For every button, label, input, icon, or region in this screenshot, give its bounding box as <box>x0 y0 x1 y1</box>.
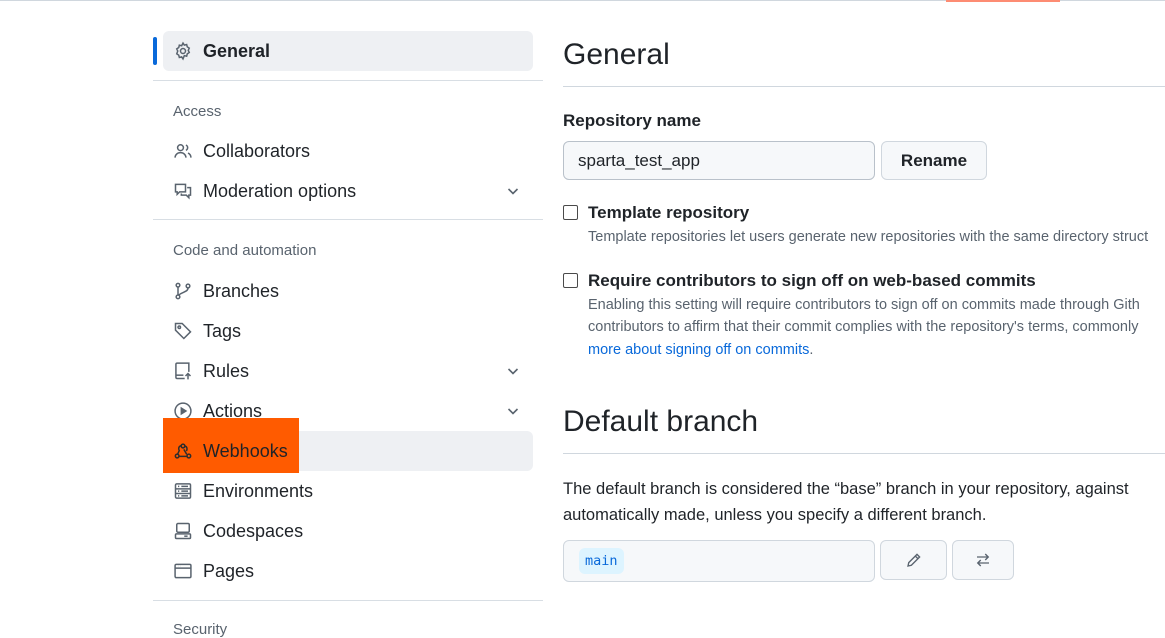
sidebar-divider <box>153 600 543 601</box>
server-icon <box>173 481 193 501</box>
template-repository-title: Template repository <box>588 203 750 222</box>
signoff-checkbox[interactable] <box>563 273 578 288</box>
repo-name-label: Repository name <box>563 111 701 130</box>
sidebar-item-environments[interactable]: Environments <box>163 471 533 511</box>
settings-main: General Repository name sparta_test_app … <box>563 0 1165 633</box>
gear-icon <box>173 41 193 61</box>
section-divider <box>563 453 1165 454</box>
signoff-description-line3: more about signing off on commits. <box>588 342 814 358</box>
switch-default-branch-button[interactable] <box>952 540 1014 580</box>
default-branch-heading: Default branch <box>563 405 759 438</box>
default-branch-field: main <box>563 540 875 582</box>
sidebar-item-label: Webhooks <box>203 440 288 461</box>
sidebar-item-label: Pages <box>203 560 255 581</box>
sidebar-item-label: Codespaces <box>203 520 304 541</box>
signoff-title: Require contributors to sign off on web-… <box>588 271 1036 290</box>
sidebar-item-label: Branches <box>203 280 280 301</box>
signoff-description-line2: contributors to affirm that their commit… <box>588 319 1139 335</box>
sidebar-item-label: Tags <box>203 320 242 341</box>
branch-name-badge: main <box>579 548 624 574</box>
sidebar-item-label: Rules <box>203 360 250 381</box>
sidebar-item-codespaces[interactable]: Codespaces <box>163 511 533 551</box>
chevron-down-icon[interactable] <box>505 183 521 199</box>
sidebar-item-webhooks[interactable]: Webhooks <box>163 431 533 471</box>
signoff-description-line1: Enabling this setting will require contr… <box>588 297 1140 313</box>
group-heading-code-automation: Code and automation <box>173 242 317 259</box>
template-repository-description: Template repositories let users generate… <box>588 229 1149 245</box>
sidebar-item-collaborators[interactable]: Collaborators <box>163 131 533 171</box>
arrow-switch-icon <box>974 551 992 569</box>
group-heading-security: Security <box>173 621 228 638</box>
codespaces-icon <box>173 521 193 541</box>
default-branch-description-line1: The default branch is considered the “ba… <box>563 480 1129 498</box>
sidebar-divider <box>153 219 543 220</box>
group-heading-access: Access <box>173 103 222 120</box>
git-branch-icon <box>173 281 193 301</box>
webhook-icon <box>173 441 193 461</box>
sidebar-item-label: Environments <box>203 480 314 501</box>
sidebar-item-moderation-options[interactable]: Moderation options <box>163 171 533 211</box>
sidebar-item-label: Collaborators <box>203 140 311 161</box>
repo-push-icon <box>173 361 193 381</box>
section-divider <box>563 86 1165 87</box>
sidebar-item-general[interactable]: General <box>163 31 533 71</box>
chevron-down-icon[interactable] <box>505 363 521 379</box>
sidebar-item-tags[interactable]: Tags <box>163 311 533 351</box>
sidebar-item-branches[interactable]: Branches <box>163 271 533 311</box>
settings-sidebar: General Access Collaborators Moderation … <box>153 0 543 638</box>
sidebar-item-label: General <box>203 40 271 61</box>
people-icon <box>173 141 193 161</box>
selected-indicator <box>153 37 157 65</box>
sidebar-item-label: Moderation options <box>203 180 357 201</box>
template-repository-checkbox[interactable] <box>563 205 578 220</box>
sidebar-divider <box>153 80 543 81</box>
tag-icon <box>173 321 193 341</box>
rename-button[interactable]: Rename <box>881 141 987 180</box>
signoff-learn-more-link[interactable]: more about signing off on commits <box>588 342 809 358</box>
comment-discussion-icon <box>173 181 193 201</box>
page-title: General <box>563 38 670 71</box>
pencil-icon <box>905 551 923 569</box>
sidebar-item-rules[interactable]: Rules <box>163 351 533 391</box>
sidebar-item-pages[interactable]: Pages <box>163 551 533 591</box>
browser-icon <box>173 561 193 581</box>
repo-name-input[interactable]: sparta_test_app <box>563 141 875 180</box>
chevron-down-icon[interactable] <box>505 403 521 419</box>
default-branch-description-line2: automatically made, unless you specify a… <box>563 506 987 524</box>
edit-default-branch-button[interactable] <box>880 540 947 580</box>
